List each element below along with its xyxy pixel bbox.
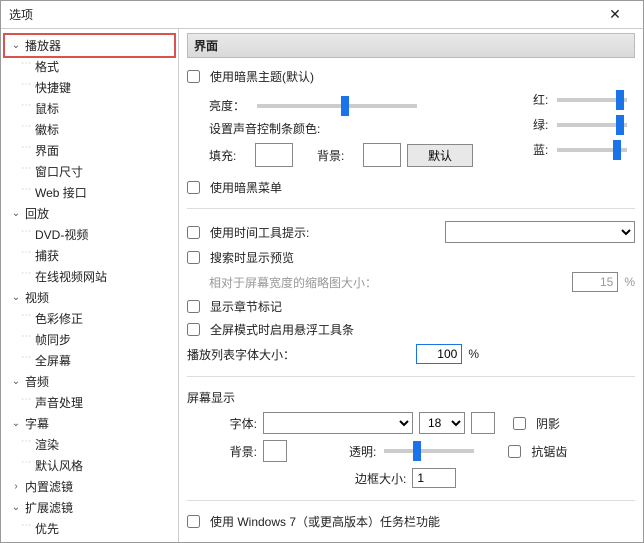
chevron-down-icon[interactable]: ⌄ — [9, 40, 23, 51]
list-font-input[interactable] — [416, 344, 462, 364]
opacity-label: 透明: — [349, 443, 376, 460]
tree-web[interactable]: Web 接口 — [5, 182, 174, 203]
tree-color[interactable]: 色彩修正 — [5, 308, 174, 329]
border-label: 边框大小: — [355, 470, 406, 487]
bg-color-swatch[interactable] — [363, 143, 401, 167]
tree-subrender[interactable]: 渲染 — [5, 434, 174, 455]
screen-display-label: 屏幕显示 — [187, 389, 235, 406]
tree-windowsize[interactable]: 窗口尺寸 — [5, 161, 174, 182]
chevron-down-icon[interactable]: ⌄ — [9, 502, 23, 513]
soundbar-colors-label: 设置声音控制条颜色: — [209, 120, 320, 137]
titlebar: 选项 ✕ — [1, 1, 643, 29]
green-slider[interactable] — [557, 123, 627, 127]
tree-fullscreen[interactable]: 全屏幕 — [5, 350, 174, 371]
chevron-down-icon[interactable]: ⌄ — [9, 208, 23, 219]
fill-label: 填充: — [209, 147, 249, 164]
bg-label: 背景: — [317, 147, 357, 164]
tree-mouse[interactable]: 鼠标 — [5, 98, 174, 119]
tree-subtitles[interactable]: ⌄字幕 — [5, 413, 174, 434]
pct-label: % — [624, 275, 635, 289]
tree-playback[interactable]: ⌄回放 — [5, 203, 174, 224]
tree-video[interactable]: ⌄视频 — [5, 287, 174, 308]
tree-audio[interactable]: ⌄音频 — [5, 371, 174, 392]
font-size-select[interactable]: 18 — [419, 412, 465, 434]
red-slider[interactable] — [557, 98, 627, 102]
blue-label: 蓝: — [533, 141, 555, 158]
tree-hotkeys[interactable]: 快捷键 — [5, 77, 174, 98]
chevron-right-icon[interactable]: › — [9, 481, 23, 492]
font-label: 字体: — [209, 415, 257, 432]
brightness-slider[interactable] — [257, 104, 417, 108]
tree-sync[interactable]: 帧同步 — [5, 329, 174, 350]
content-panel: 界面 使用暗黑主题(默认) 亮度： 设置声音控制条颜色: 填充: 背景: — [179, 29, 643, 542]
tree-priority[interactable]: 优先 — [5, 518, 174, 539]
aa-checkbox[interactable]: 抗锯齿 — [508, 443, 567, 460]
float-toolbar-checkbox[interactable]: 全屏模式时启用悬浮工具条 — [187, 321, 354, 338]
font-select[interactable] — [263, 412, 413, 434]
brightness-label: 亮度： — [209, 97, 249, 114]
tree-player[interactable]: ⌄播放器 — [3, 33, 176, 58]
chevron-down-icon[interactable]: ⌄ — [9, 376, 23, 387]
divider-2 — [187, 376, 635, 377]
close-icon[interactable]: ✕ — [595, 6, 635, 23]
font-color-swatch[interactable] — [471, 412, 495, 434]
sidebar-tree[interactable]: ⌄播放器 格式 快捷键 鼠标 徽标 界面 窗口尺寸 Web 接口 ⌄回放 DVD… — [1, 29, 179, 542]
shadow-checkbox[interactable]: 阴影 — [513, 415, 560, 432]
border-size-stepper[interactable] — [412, 468, 456, 488]
tree-format[interactable]: 格式 — [5, 56, 174, 77]
opacity-slider[interactable] — [384, 449, 474, 453]
tree-cursorkeys[interactable]: 徽标 — [5, 119, 174, 140]
divider-3 — [187, 500, 635, 501]
chevron-down-icon[interactable]: ⌄ — [9, 418, 23, 429]
tree-dvd[interactable]: DVD-视频 — [5, 224, 174, 245]
blue-slider[interactable] — [557, 148, 627, 152]
window-title: 选项 — [9, 6, 595, 23]
tree-internal[interactable]: ›内置滤镜 — [5, 476, 174, 497]
thumb-size-input — [572, 272, 618, 292]
tree-other[interactable]: ›其它 — [5, 539, 174, 542]
tree-interface[interactable]: 界面 — [5, 140, 174, 161]
pct-label-2: % — [468, 347, 479, 361]
tree-online[interactable]: 在线视频网站 — [5, 266, 174, 287]
tree-external[interactable]: ⌄扩展滤镜 — [5, 497, 174, 518]
win7-taskbar-checkbox[interactable]: 使用 Windows 7（或更高版本）任务栏功能 — [187, 513, 440, 530]
tooltip-checkbox[interactable]: 使用时间工具提示: — [187, 224, 309, 241]
tree-substyle[interactable]: 默认风格 — [5, 455, 174, 476]
section-title: 界面 — [187, 33, 635, 58]
default-button[interactable]: 默认 — [407, 144, 473, 167]
tooltip-select[interactable] — [445, 221, 635, 243]
tree-capture[interactable]: 捕获 — [5, 245, 174, 266]
options-window: 选项 ✕ ⌄播放器 格式 快捷键 鼠标 徽标 界面 窗口尺寸 Web 接口 ⌄回… — [0, 0, 644, 543]
thumb-hint: 相对于屏幕宽度的缩略图大小： — [209, 274, 377, 291]
red-label: 红: — [533, 91, 555, 108]
bg2-label: 背景: — [209, 443, 257, 460]
dark-menu-checkbox[interactable]: 使用暗黑菜单 — [187, 179, 282, 196]
list-font-label: 播放列表字体大小： — [187, 346, 295, 363]
dark-theme-checkbox[interactable]: 使用暗黑主题(默认) — [187, 68, 314, 85]
bg2-color-swatch[interactable] — [263, 440, 287, 462]
chevron-down-icon[interactable]: ⌄ — [9, 292, 23, 303]
divider — [187, 208, 635, 209]
chapter-marks-checkbox[interactable]: 显示章节标记 — [187, 298, 282, 315]
fill-color-swatch[interactable] — [255, 143, 293, 167]
tree-audioproc[interactable]: 声音处理 — [5, 392, 174, 413]
green-label: 绿: — [533, 116, 555, 133]
search-preview-checkbox[interactable]: 搜索时显示预览 — [187, 249, 294, 266]
